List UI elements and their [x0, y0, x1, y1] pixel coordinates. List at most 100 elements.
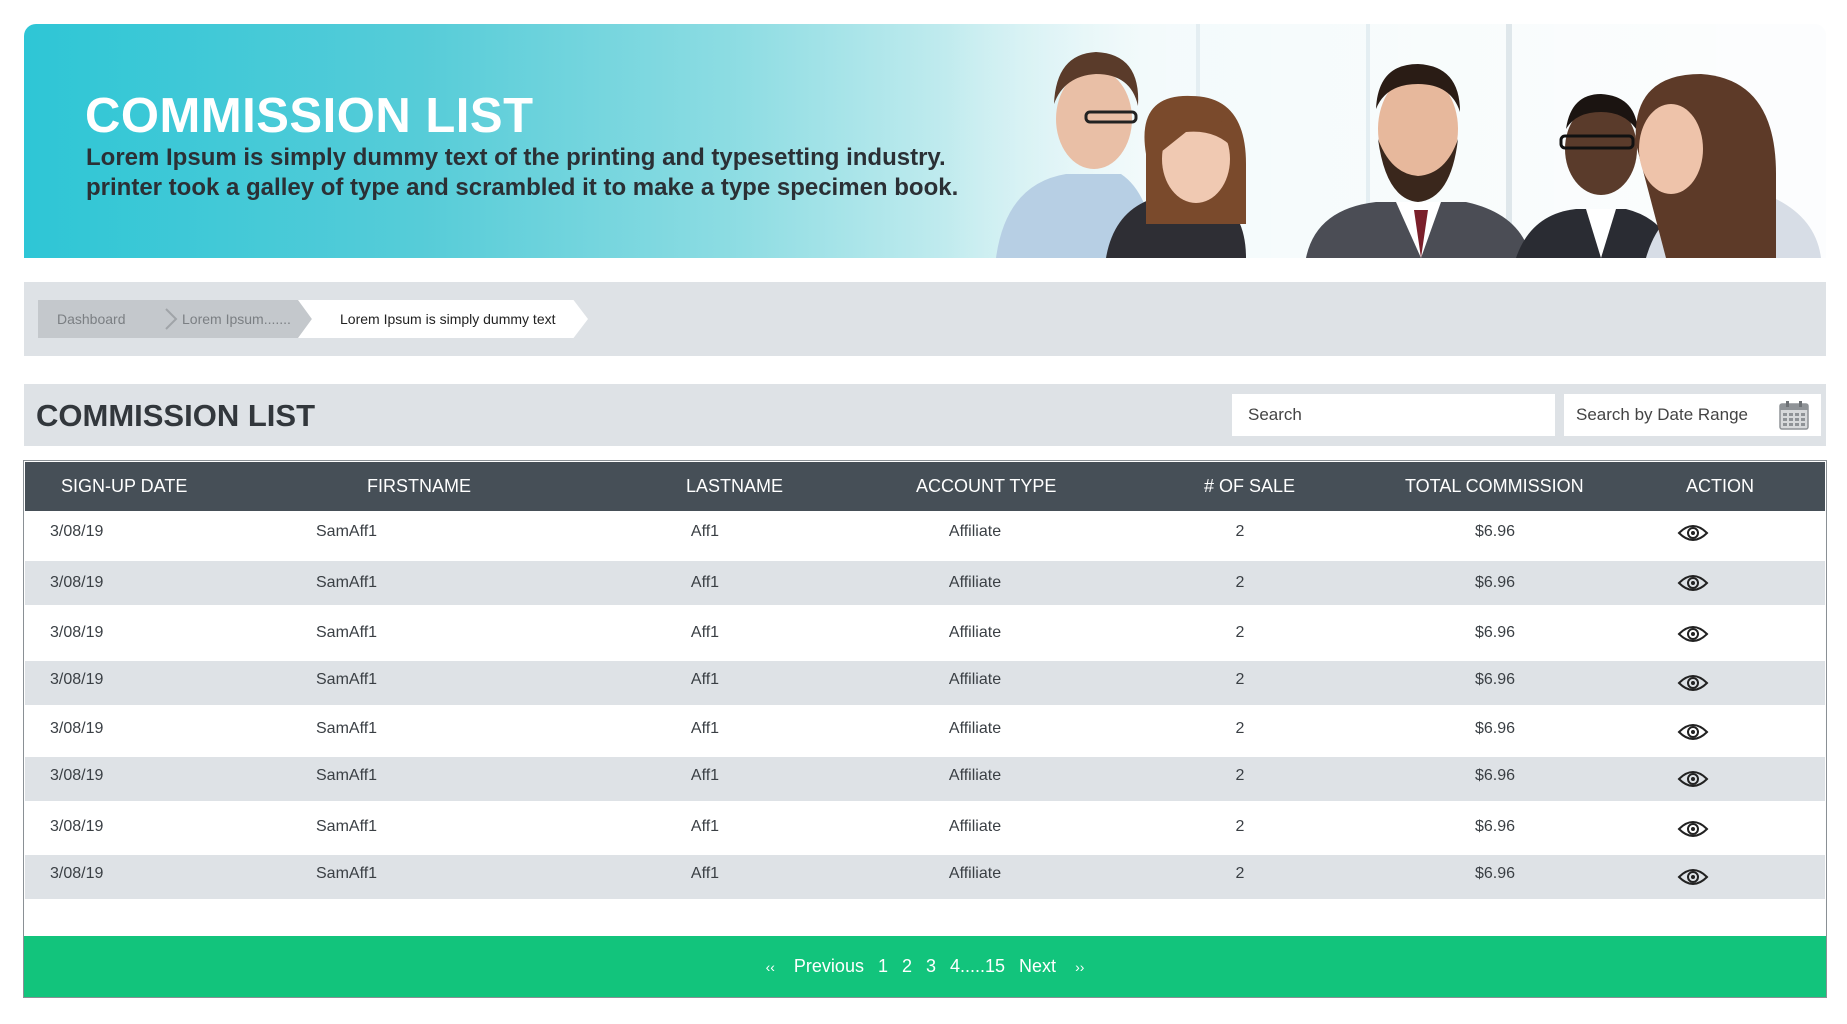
banner-subtitle-line2: printer took a galley of type and scramb…: [86, 174, 959, 201]
cell-date: 3/08/19: [50, 523, 104, 540]
cell-sales: 2: [1235, 818, 1245, 835]
view-button[interactable]: [1677, 819, 1709, 839]
view-button[interactable]: [1677, 673, 1709, 693]
last-page-button[interactable]: ››: [1075, 959, 1084, 975]
previous-button[interactable]: Previous: [794, 956, 864, 977]
hero-banner: COMMISSION LIST Lorem Ipsum is simply du…: [24, 24, 1826, 258]
view-button[interactable]: [1677, 867, 1709, 887]
cell-account-type: Affiliate: [948, 574, 1002, 591]
breadcrumb-item-dashboard[interactable]: Dashboard: [38, 300, 146, 338]
cell-sales: 2: [1235, 574, 1245, 591]
cell-commission: $6.96: [1474, 523, 1516, 540]
cell-date: 3/08/19: [50, 574, 104, 591]
view-button[interactable]: [1677, 722, 1709, 742]
chevron-right-icon: [165, 308, 178, 330]
column-header-signup-date[interactable]: SIGN-UP DATE: [61, 462, 187, 511]
cell-commission: $6.96: [1474, 624, 1516, 641]
cell-sales: 2: [1235, 523, 1245, 540]
column-header-account-type[interactable]: ACCOUNT TYPE: [916, 462, 1056, 511]
list-title: COMMISSION LIST: [36, 398, 315, 433]
breadcrumb-bar: Dashboard Lorem Ipsum....... Lorem Ipsum…: [24, 282, 1826, 356]
eye-icon: [1677, 525, 1709, 541]
cell-lastname: Aff1: [690, 720, 720, 737]
eye-icon: [1677, 869, 1709, 885]
cell-account-type: Affiliate: [948, 767, 1002, 784]
cell-commission: $6.96: [1474, 574, 1516, 591]
cell-account-type: Affiliate: [948, 865, 1002, 882]
banner-subtitle-line1: Lorem Ipsum is simply dummy text of the …: [86, 144, 946, 171]
cell-commission: $6.96: [1474, 767, 1516, 784]
column-header-total-commission[interactable]: TOTAL COMMISSION: [1405, 462, 1584, 511]
team-photo: [946, 24, 1826, 258]
cell-account-type: Affiliate: [948, 523, 1002, 540]
cell-date: 3/08/19: [50, 865, 104, 882]
breadcrumb: Dashboard Lorem Ipsum....... Lorem Ipsum…: [38, 300, 588, 338]
calendar-icon[interactable]: [1779, 400, 1809, 430]
cell-lastname: Aff1: [690, 818, 720, 835]
eye-icon: [1677, 724, 1709, 740]
eye-icon: [1677, 575, 1709, 591]
table-row: 3/08/19 SamAff1 Aff1 Affiliate 2 $6.96: [25, 757, 1825, 801]
cell-sales: 2: [1235, 720, 1245, 737]
page-2-button[interactable]: 2: [902, 956, 912, 977]
cell-firstname: SamAff1: [316, 574, 378, 591]
column-header-action: ACTION: [1686, 476, 1755, 496]
first-page-button[interactable]: ‹‹: [766, 959, 775, 975]
cell-account-type: Affiliate: [948, 671, 1002, 688]
cell-sales: 2: [1235, 671, 1245, 688]
cell-date: 3/08/19: [50, 720, 104, 737]
page-1-button[interactable]: 1: [878, 956, 888, 977]
search-input[interactable]: [1232, 394, 1555, 436]
cell-sales: 2: [1235, 865, 1245, 882]
view-button[interactable]: [1677, 624, 1709, 644]
table-header: SIGN-UP DATE FIRSTNAME LASTNAME ACCOUNT …: [25, 462, 1825, 511]
cell-date: 3/08/19: [50, 818, 104, 835]
column-header-sales[interactable]: # OF SALE: [1204, 462, 1295, 511]
table-row: 3/08/19 SamAff1 Aff1 Affiliate 2 $6.96: [25, 805, 1825, 853]
date-range-picker[interactable]: Search by Date Range: [1564, 394, 1821, 436]
cell-lastname: Aff1: [690, 671, 720, 688]
cell-lastname: Aff1: [690, 523, 720, 540]
table-row: 3/08/19 SamAff1 Aff1 Affiliate 2 $6.96: [25, 511, 1825, 555]
next-button[interactable]: Next: [1019, 956, 1056, 977]
list-header: COMMISSION LIST Search by Date Range: [24, 384, 1826, 446]
page-3-button[interactable]: 3: [926, 956, 936, 977]
cell-sales: 2: [1235, 767, 1245, 784]
cell-firstname: SamAff1: [316, 720, 378, 737]
date-range-label: Search by Date Range: [1576, 405, 1748, 424]
cell-firstname: SamAff1: [316, 671, 378, 688]
cell-commission: $6.96: [1474, 865, 1516, 882]
page-range-button[interactable]: 4.....15: [950, 956, 1005, 977]
view-button[interactable]: [1677, 769, 1709, 789]
cell-date: 3/08/19: [50, 624, 104, 641]
cell-lastname: Aff1: [690, 865, 720, 882]
cell-firstname: SamAff1: [316, 624, 378, 641]
view-button[interactable]: [1677, 523, 1709, 543]
cell-account-type: Affiliate: [948, 818, 1002, 835]
eye-icon: [1677, 626, 1709, 642]
cell-lastname: Aff1: [690, 624, 720, 641]
cell-commission: $6.96: [1474, 720, 1516, 737]
cell-account-type: Affiliate: [948, 624, 1002, 641]
cell-sales: 2: [1235, 624, 1245, 641]
table-row: 3/08/19 SamAff1 Aff1 Affiliate 2 $6.96: [25, 855, 1825, 899]
banner-subtitle: Lorem Ipsum is simply dummy text of the …: [86, 143, 986, 203]
cell-commission: $6.96: [1474, 818, 1516, 835]
table-row: 3/08/19 SamAff1 Aff1 Affiliate 2 $6.96: [25, 709, 1825, 755]
view-button[interactable]: [1677, 573, 1709, 593]
cell-date: 3/08/19: [50, 671, 104, 688]
column-header-lastname[interactable]: LASTNAME: [686, 462, 783, 511]
commission-table: SIGN-UP DATE FIRSTNAME LASTNAME ACCOUNT …: [23, 460, 1827, 998]
table-row: 3/08/19 SamAff1 Aff1 Affiliate 2 $6.96: [25, 609, 1825, 659]
column-header-firstname[interactable]: FIRSTNAME: [367, 462, 471, 511]
cell-firstname: SamAff1: [316, 865, 378, 882]
eye-icon: [1677, 771, 1709, 787]
cell-lastname: Aff1: [690, 767, 720, 784]
cell-commission: $6.96: [1474, 671, 1516, 688]
cell-date: 3/08/19: [50, 767, 104, 784]
cell-firstname: SamAff1: [316, 523, 378, 540]
table-row: 3/08/19 SamAff1 Aff1 Affiliate 2 $6.96: [25, 661, 1825, 705]
eye-icon: [1677, 821, 1709, 837]
cell-lastname: Aff1: [690, 574, 720, 591]
pagination: ‹‹ Previous 1 2 3 4.....15 Next ››: [24, 936, 1826, 997]
